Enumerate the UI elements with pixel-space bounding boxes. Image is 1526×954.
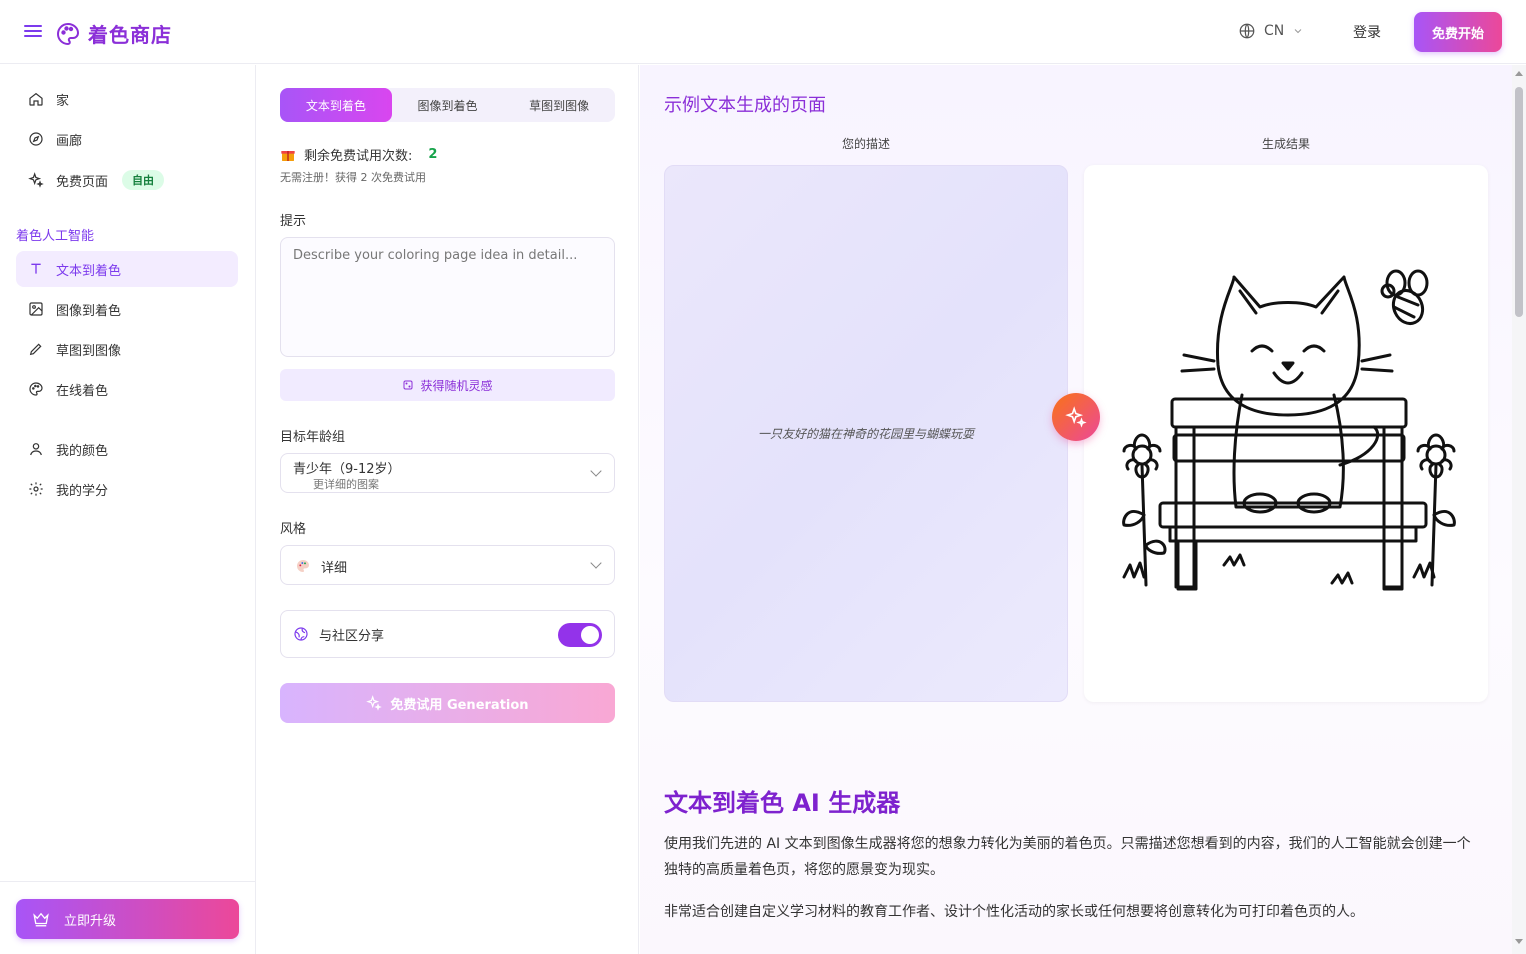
- sidebar-item-label: 家: [56, 93, 70, 109]
- sidebar-item-label: 文本到着色: [56, 263, 122, 279]
- sidebar-item-label: 图像到着色: [56, 303, 122, 319]
- main-content: 示例文本生成的页面 您的描述 生成结果 一只友好的猫在神奇的花园里与蝴蝶玩耍 文…: [640, 65, 1512, 954]
- scroll-up-arrow[interactable]: [1515, 71, 1523, 76]
- result-card: [1084, 165, 1488, 702]
- age-group-value: 青少年（9-12岁）: [293, 462, 401, 477]
- age-label: 目标年龄组: [280, 430, 346, 445]
- style-select[interactable]: 详细: [280, 545, 615, 585]
- crown-icon: [33, 912, 49, 927]
- trial-count: 2: [428, 147, 438, 162]
- text-icon: [31, 263, 41, 274]
- generate-label: 免费试用 Generation: [390, 697, 529, 713]
- sparkles-icon: [28, 172, 44, 188]
- share-label: 与社区分享: [319, 628, 385, 644]
- pencil-icon: [29, 343, 42, 356]
- sidebar-item-gallery[interactable]: 画廊: [16, 121, 238, 157]
- palette-icon: [29, 382, 43, 396]
- prompt-input[interactable]: [280, 237, 615, 357]
- generate-button[interactable]: 免费试用 Generation: [280, 683, 615, 723]
- intro-paragraph: 使用我们先进的 AI 文本到图像生成器将您的想象力转化为美丽的着色页。只需描述您…: [664, 836, 1471, 878]
- share-community-row: 与社区分享: [280, 610, 615, 658]
- description-card: 一只友好的猫在神奇的花园里与蝴蝶玩耍: [664, 165, 1068, 702]
- sidebar-item-my-credits[interactable]: 我的学分: [16, 471, 238, 507]
- globe-icon: [1239, 23, 1255, 39]
- sidebar-item-label: 草图到图像: [56, 343, 122, 359]
- palette-icon: [57, 22, 80, 45]
- language-selector[interactable]: CN: [1238, 22, 1304, 40]
- sparkles-icon: [1065, 406, 1087, 428]
- chevron-down-icon: [590, 557, 602, 569]
- example-title: 示例文本生成的页面: [664, 95, 826, 116]
- prompt-label: 提示: [280, 214, 307, 229]
- sidebar-item-free-pages[interactable]: 免费页面 自由: [16, 162, 238, 198]
- style-value: 详细: [321, 561, 348, 576]
- sidebar-item-label: 在线着色: [56, 383, 109, 399]
- brand-name: 着色商店: [88, 23, 172, 47]
- language-label: CN: [1264, 23, 1285, 39]
- age-group-description: 更详细的图案: [313, 478, 379, 491]
- tab-sketch-to-image[interactable]: 草图到图像: [503, 88, 615, 122]
- tab-text-to-coloring[interactable]: 文本到着色: [280, 88, 392, 122]
- free-badge: 自由: [122, 170, 165, 190]
- image-icon: [29, 302, 43, 316]
- sidebar-item-image-to-coloring[interactable]: 图像到着色: [16, 291, 238, 327]
- dice-icon: [403, 380, 413, 390]
- sidebar: 家 画廊 免费页面 自由 着色人工智能 文本到着色 图像到着色 草图到图像 在线…: [0, 65, 256, 954]
- compass-icon: [29, 132, 43, 146]
- sidebar-item-label: 画廊: [56, 133, 83, 149]
- random-inspiration-label: 获得随机灵感: [420, 378, 493, 393]
- age-group-select[interactable]: 青少年（9-12岁） 更详细的图案: [280, 453, 615, 493]
- generate-magic-button[interactable]: [1052, 393, 1100, 441]
- scrollbar[interactable]: [1512, 65, 1526, 954]
- sidebar-item-sketch-to-image[interactable]: 草图到图像: [16, 331, 238, 367]
- chevron-down-icon: [1294, 29, 1302, 34]
- gift-icon: [281, 150, 295, 161]
- upgrade-section: 立即升级: [0, 881, 255, 954]
- login-link[interactable]: 登录: [1353, 22, 1381, 42]
- sidebar-item-home[interactable]: 家: [16, 81, 238, 117]
- description-column-label: 您的描述: [841, 137, 890, 151]
- sparkles-icon: [366, 695, 383, 711]
- sidebar-item-label: 免费页面: [56, 174, 109, 190]
- menu-icon[interactable]: [24, 22, 42, 42]
- brand-logo[interactable]: 着色商店: [56, 19, 172, 48]
- generator-form: 文本到着色 图像到着色 草图到图像 剩余免费试用次数: 2 无需注册！获得 2 …: [256, 65, 639, 954]
- upgrade-label: 立即升级: [64, 913, 117, 929]
- start-free-button[interactable]: 免费开始: [1414, 12, 1502, 52]
- trial-label: 剩余免费试用次数:: [304, 149, 413, 164]
- upgrade-button[interactable]: 立即升级: [16, 899, 239, 939]
- scroll-down-arrow[interactable]: [1515, 939, 1523, 944]
- example-description: 一只友好的猫在神奇的花园里与蝴蝶玩耍: [757, 427, 974, 441]
- trial-subtext: 无需注册！获得 2 次免费试用: [280, 171, 426, 184]
- result-column-label: 生成结果: [1261, 137, 1310, 151]
- section-label-ai: 着色人工智能: [16, 229, 95, 244]
- trial-info: 剩余免费试用次数: 2: [280, 145, 437, 164]
- sidebar-item-label: 我的学分: [56, 483, 109, 499]
- globe-icon: [294, 627, 308, 641]
- share-toggle[interactable]: [558, 623, 602, 647]
- tab-image-to-coloring[interactable]: 图像到着色: [392, 88, 504, 122]
- random-inspiration-button[interactable]: 获得随机灵感: [280, 369, 615, 401]
- sidebar-item-label: 我的颜色: [56, 443, 109, 459]
- cat-coloring-illustration: [1122, 269, 1456, 591]
- user-icon: [30, 443, 42, 456]
- sidebar-item-my-colors[interactable]: 我的颜色: [16, 431, 238, 467]
- mode-tabs: 文本到着色 图像到着色 草图到图像: [280, 88, 615, 122]
- home-icon: [29, 92, 43, 106]
- palette-icon: [296, 560, 309, 572]
- sidebar-item-online-coloring[interactable]: 在线着色: [16, 371, 238, 407]
- sidebar-item-text-to-coloring[interactable]: 文本到着色: [16, 251, 238, 287]
- audience-paragraph: 非常适合创建自定义学习材料的教育工作者、设计个性化活动的家长或任何想要将创意转化…: [664, 904, 1364, 920]
- chevron-down-icon: [590, 465, 602, 477]
- scroll-thumb[interactable]: [1515, 87, 1523, 317]
- style-label: 风格: [280, 522, 307, 537]
- top-header: 着色商店 CN 登录 免费开始: [0, 0, 1526, 64]
- gear-icon: [29, 482, 43, 496]
- section-title: 文本到着色 AI 生成器: [664, 789, 901, 817]
